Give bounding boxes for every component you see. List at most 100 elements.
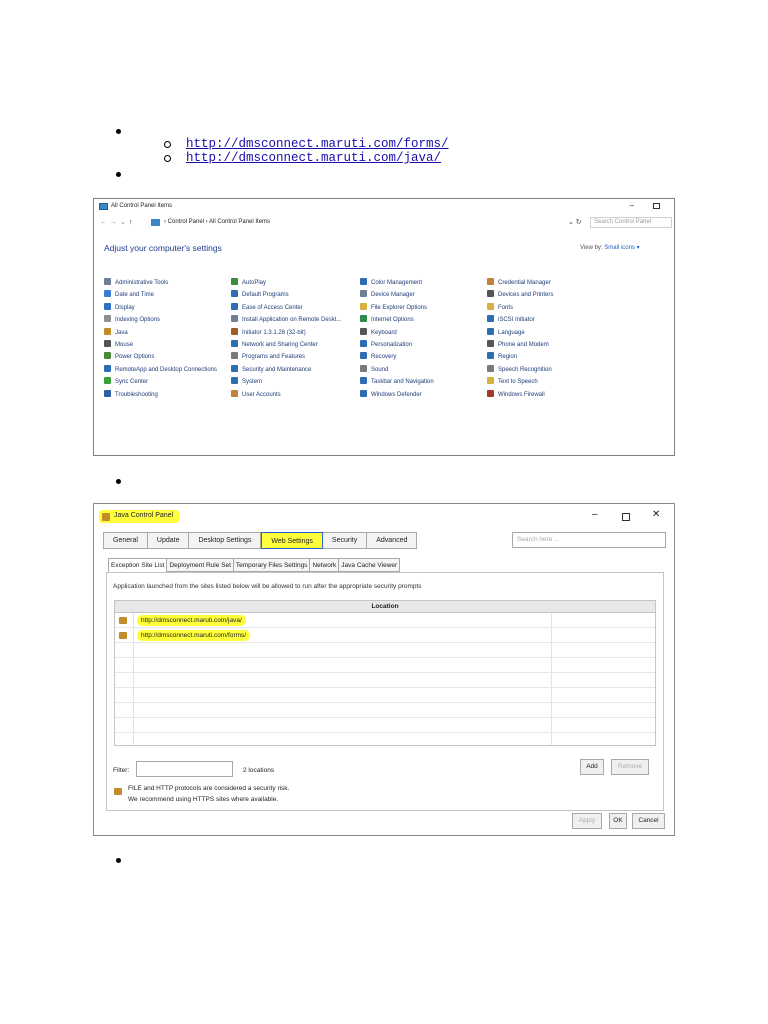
cp-item[interactable]: Security and Maintenance <box>231 364 341 376</box>
apply-button[interactable]: Apply <box>572 813 602 829</box>
table-row[interactable] <box>115 658 655 673</box>
java-link[interactable]: http://dmsconnect.maruti.com/java/ <box>186 151 441 165</box>
iscsi-icon <box>487 315 494 323</box>
cp-item[interactable]: Sync Center <box>104 376 217 388</box>
subtab-network[interactable]: Network <box>310 558 340 572</box>
cp-item[interactable]: User Accounts <box>231 389 341 401</box>
cp-item-label: Text to Speech <box>498 379 538 386</box>
cp-item[interactable]: Administrative Tools <box>104 277 217 289</box>
recovery-icon <box>360 352 367 360</box>
cp-item[interactable]: Initiator 1.3.1.26 (32-bit) <box>231 327 341 339</box>
table-row[interactable] <box>115 688 655 703</box>
cp-item[interactable]: Date and Time <box>104 289 217 301</box>
jcp-search-input[interactable]: Search here ... <box>512 532 666 548</box>
folder-icon <box>360 302 367 310</box>
subtab-deployment-rule-set[interactable]: Deployment Rule Set <box>167 558 234 572</box>
filter-input[interactable] <box>136 761 233 777</box>
java-control-panel-screenshot: Java Control Panel – ✕ General Update De… <box>93 503 675 836</box>
location-cell[interactable]: http://dmsconnect.maruti.com/java/ <box>137 615 246 626</box>
location-column-header[interactable]: Location <box>115 601 655 613</box>
cp-item[interactable]: RemoteApp and Desktop Connections <box>104 364 217 376</box>
forms-link[interactable]: http://dmsconnect.maruti.com/forms/ <box>186 137 449 151</box>
up-arrow-icon[interactable]: ↑ <box>129 219 136 226</box>
remove-button[interactable]: Remove <box>611 759 649 775</box>
cp-item[interactable]: Programs and Features <box>231 351 341 363</box>
table-row[interactable]: http://dmsconnect.maruti.com/forms/ <box>115 628 655 643</box>
tab-advanced[interactable]: Advanced <box>367 533 417 548</box>
minimize-icon[interactable]: – <box>630 201 634 210</box>
cp-item[interactable]: Taskbar and Navigation <box>360 376 434 388</box>
tab-web-settings[interactable]: Web Settings <box>261 532 323 549</box>
table-row[interactable] <box>115 718 655 733</box>
breadcrumb[interactable]: › Control Panel › All Control Panel Item… <box>164 219 270 225</box>
cp-item[interactable]: Network and Sharing Center <box>231 339 341 351</box>
table-row[interactable] <box>115 703 655 718</box>
cp-item[interactable]: Windows Firewall <box>487 389 553 401</box>
cp-column: Color Management Device Manager File Explo… <box>360 277 434 401</box>
maximize-icon[interactable] <box>653 203 660 209</box>
table-row[interactable] <box>115 643 655 658</box>
cp-item[interactable]: Mouse <box>104 339 217 351</box>
cp-item[interactable]: Region <box>487 351 553 363</box>
cp-item[interactable]: Keyboard <box>360 327 434 339</box>
refresh-icon[interactable]: ⌄ ↻ <box>568 218 582 226</box>
ok-button[interactable]: OK <box>609 813 627 829</box>
cp-item-label: Troubleshooting <box>115 391 158 398</box>
table-row[interactable]: http://dmsconnect.maruti.com/java/ <box>115 613 655 628</box>
location-cell[interactable]: http://dmsconnect.maruti.com/forms/ <box>137 630 251 641</box>
cp-item[interactable]: Color Management <box>360 277 434 289</box>
cp-item[interactable]: Ease of Access Center <box>231 302 341 314</box>
cp-item[interactable]: iSCSI Initiator <box>487 314 553 326</box>
maximize-icon[interactable] <box>622 513 630 521</box>
cp-item-label: Personalization <box>371 341 413 348</box>
cp-item[interactable]: Sound <box>360 364 434 376</box>
power-icon <box>104 352 111 360</box>
cp-item[interactable]: Install Application on Remote Deskt... <box>231 314 341 326</box>
bullet <box>116 858 121 863</box>
cp-item[interactable]: Language <box>487 327 553 339</box>
cp-item[interactable]: File Explorer Options <box>360 302 434 314</box>
cancel-button[interactable]: Cancel <box>632 813 665 829</box>
cp-item-label: File Explorer Options <box>371 304 428 311</box>
tab-security[interactable]: Security <box>322 533 368 548</box>
subtab-temporary-files[interactable]: Temporary Files Settings <box>233 558 311 572</box>
cp-item[interactable]: Java <box>104 327 217 339</box>
cp-item[interactable]: Text to Speech <box>487 376 553 388</box>
cp-search-input[interactable]: Search Control Panel <box>590 217 672 228</box>
cp-item[interactable]: Devices and Printers <box>487 289 553 301</box>
cp-item[interactable]: Device Manager <box>360 289 434 301</box>
system-icon <box>231 377 238 385</box>
exception-site-panel: Application launched from the sites list… <box>106 572 664 811</box>
view-by-dropdown[interactable]: Small icons ▾ <box>604 245 639 251</box>
cp-item[interactable]: Display <box>104 302 217 314</box>
nav-arrows[interactable]: ←→⌄↑ <box>100 218 135 226</box>
cp-item[interactable]: Troubleshooting <box>104 389 217 401</box>
install-app-icon <box>231 315 238 323</box>
cp-item-label: Phone and Modem <box>498 341 549 348</box>
cp-item[interactable]: Indexing Options <box>104 314 217 326</box>
cp-item[interactable]: Credential Manager <box>487 277 553 289</box>
subtab-exception-site-list[interactable]: Exception Site List <box>108 558 168 572</box>
cp-item[interactable]: Power Options <box>104 351 217 363</box>
minimize-icon[interactable]: – <box>592 509 598 520</box>
cp-item[interactable]: Windows Defender <box>360 389 434 401</box>
subtab-java-cache-viewer[interactable]: Java Cache Viewer <box>339 558 401 572</box>
cp-heading: Adjust your computer's settings <box>104 243 222 253</box>
cp-item[interactable]: Fonts <box>487 302 553 314</box>
close-icon[interactable]: ✕ <box>652 509 660 520</box>
table-row[interactable] <box>115 673 655 688</box>
control-panel-icon <box>99 203 108 210</box>
tab-desktop-settings[interactable]: Desktop Settings <box>189 533 262 548</box>
cp-item[interactable]: Speech Recognition <box>487 364 553 376</box>
warning-text: FILE and HTTP protocols are considered a… <box>128 785 290 792</box>
cp-item[interactable]: Recovery <box>360 351 434 363</box>
cp-item[interactable]: Internet Options <box>360 314 434 326</box>
cp-item[interactable]: Phone and Modem <box>487 339 553 351</box>
cp-item[interactable]: System <box>231 376 341 388</box>
cp-item[interactable]: Personalization <box>360 339 434 351</box>
cp-item[interactable]: Default Programs <box>231 289 341 301</box>
tab-update[interactable]: Update <box>147 533 190 548</box>
tab-general[interactable]: General <box>104 533 148 548</box>
cp-item[interactable]: AutoPlay <box>231 277 341 289</box>
add-button[interactable]: Add <box>580 759 604 775</box>
